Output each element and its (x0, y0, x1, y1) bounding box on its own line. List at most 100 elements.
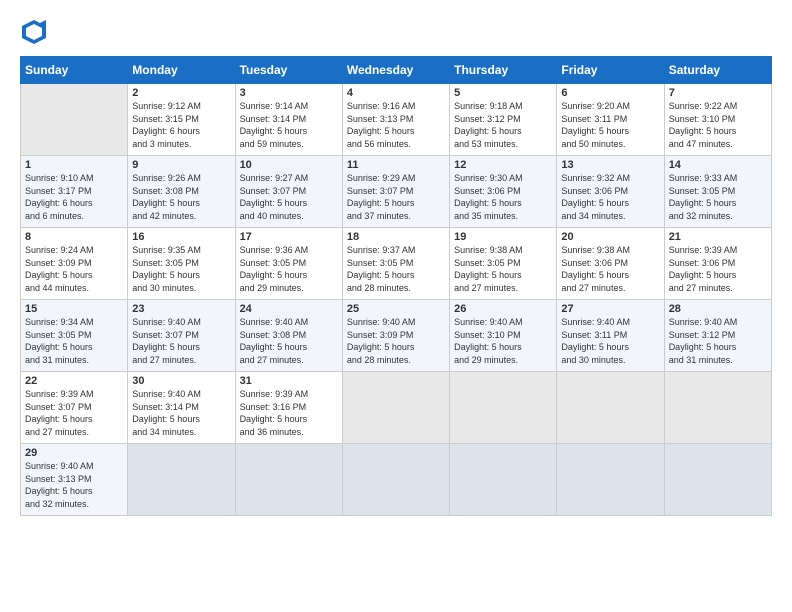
day-info: Sunrise: 9:12 AM Sunset: 3:15 PM Dayligh… (132, 100, 230, 150)
calendar-cell: 15Sunrise: 9:34 AM Sunset: 3:05 PM Dayli… (21, 300, 128, 372)
calendar-cell: 3Sunrise: 9:14 AM Sunset: 3:14 PM Daylig… (235, 84, 342, 156)
calendar-cell: 30Sunrise: 9:40 AM Sunset: 3:14 PM Dayli… (128, 372, 235, 444)
day-number: 4 (347, 87, 445, 99)
calendar-header-row: SundayMondayTuesdayWednesdayThursdayFrid… (21, 57, 772, 84)
day-number: 31 (240, 375, 338, 387)
calendar-cell: 14Sunrise: 9:33 AM Sunset: 3:05 PM Dayli… (664, 156, 771, 228)
calendar-cell: 26Sunrise: 9:40 AM Sunset: 3:10 PM Dayli… (450, 300, 557, 372)
calendar-cell (664, 444, 771, 516)
day-info: Sunrise: 9:40 AM Sunset: 3:11 PM Dayligh… (561, 316, 659, 366)
day-number: 13 (561, 159, 659, 171)
calendar-cell: 2Sunrise: 9:12 AM Sunset: 3:15 PM Daylig… (128, 84, 235, 156)
calendar-cell: 12Sunrise: 9:30 AM Sunset: 3:06 PM Dayli… (450, 156, 557, 228)
day-number: 15 (25, 303, 123, 315)
calendar-cell: 19Sunrise: 9:38 AM Sunset: 3:05 PM Dayli… (450, 228, 557, 300)
day-info: Sunrise: 9:40 AM Sunset: 3:12 PM Dayligh… (669, 316, 767, 366)
calendar-cell: 9Sunrise: 9:26 AM Sunset: 3:08 PM Daylig… (128, 156, 235, 228)
calendar-cell (21, 84, 128, 156)
logo (20, 18, 50, 46)
day-number: 10 (240, 159, 338, 171)
day-info: Sunrise: 9:37 AM Sunset: 3:05 PM Dayligh… (347, 244, 445, 294)
day-number: 8 (25, 231, 123, 243)
calendar-cell: 29Sunrise: 9:40 AM Sunset: 3:13 PM Dayli… (21, 444, 128, 516)
calendar-cell: 23Sunrise: 9:40 AM Sunset: 3:07 PM Dayli… (128, 300, 235, 372)
calendar-cell (342, 372, 449, 444)
calendar-header-monday: Monday (128, 57, 235, 84)
day-info: Sunrise: 9:39 AM Sunset: 3:07 PM Dayligh… (25, 388, 123, 438)
day-info: Sunrise: 9:36 AM Sunset: 3:05 PM Dayligh… (240, 244, 338, 294)
calendar-cell: 27Sunrise: 9:40 AM Sunset: 3:11 PM Dayli… (557, 300, 664, 372)
day-number: 28 (669, 303, 767, 315)
calendar-header-wednesday: Wednesday (342, 57, 449, 84)
calendar-table: SundayMondayTuesdayWednesdayThursdayFrid… (20, 56, 772, 516)
day-number: 6 (561, 87, 659, 99)
calendar-cell: 13Sunrise: 9:32 AM Sunset: 3:06 PM Dayli… (557, 156, 664, 228)
calendar-cell: 7Sunrise: 9:22 AM Sunset: 3:10 PM Daylig… (664, 84, 771, 156)
day-info: Sunrise: 9:18 AM Sunset: 3:12 PM Dayligh… (454, 100, 552, 150)
day-info: Sunrise: 9:39 AM Sunset: 3:16 PM Dayligh… (240, 388, 338, 438)
calendar-header-friday: Friday (557, 57, 664, 84)
calendar-cell: 16Sunrise: 9:35 AM Sunset: 3:05 PM Dayli… (128, 228, 235, 300)
day-number: 16 (132, 231, 230, 243)
day-info: Sunrise: 9:40 AM Sunset: 3:14 PM Dayligh… (132, 388, 230, 438)
calendar-cell: 22Sunrise: 9:39 AM Sunset: 3:07 PM Dayli… (21, 372, 128, 444)
calendar-cell: 4Sunrise: 9:16 AM Sunset: 3:13 PM Daylig… (342, 84, 449, 156)
day-info: Sunrise: 9:26 AM Sunset: 3:08 PM Dayligh… (132, 172, 230, 222)
calendar-week-2: 1Sunrise: 9:10 AM Sunset: 3:17 PM Daylig… (21, 156, 772, 228)
calendar-cell (664, 372, 771, 444)
day-number: 9 (132, 159, 230, 171)
calendar-cell: 1Sunrise: 9:10 AM Sunset: 3:17 PM Daylig… (21, 156, 128, 228)
day-number: 17 (240, 231, 338, 243)
header (20, 18, 772, 46)
calendar-header-saturday: Saturday (664, 57, 771, 84)
calendar-cell: 25Sunrise: 9:40 AM Sunset: 3:09 PM Dayli… (342, 300, 449, 372)
day-info: Sunrise: 9:16 AM Sunset: 3:13 PM Dayligh… (347, 100, 445, 150)
page: SundayMondayTuesdayWednesdayThursdayFrid… (0, 0, 792, 612)
day-info: Sunrise: 9:24 AM Sunset: 3:09 PM Dayligh… (25, 244, 123, 294)
calendar-cell (128, 444, 235, 516)
day-info: Sunrise: 9:40 AM Sunset: 3:09 PM Dayligh… (347, 316, 445, 366)
day-number: 1 (25, 159, 123, 171)
calendar-week-1: 2Sunrise: 9:12 AM Sunset: 3:15 PM Daylig… (21, 84, 772, 156)
calendar-cell (557, 444, 664, 516)
day-number: 22 (25, 375, 123, 387)
calendar-week-5: 22Sunrise: 9:39 AM Sunset: 3:07 PM Dayli… (21, 372, 772, 444)
logo-icon (20, 18, 48, 46)
calendar-header-tuesday: Tuesday (235, 57, 342, 84)
day-number: 2 (132, 87, 230, 99)
day-info: Sunrise: 9:38 AM Sunset: 3:06 PM Dayligh… (561, 244, 659, 294)
day-info: Sunrise: 9:20 AM Sunset: 3:11 PM Dayligh… (561, 100, 659, 150)
calendar-cell (450, 444, 557, 516)
calendar-cell: 20Sunrise: 9:38 AM Sunset: 3:06 PM Dayli… (557, 228, 664, 300)
calendar-cell: 17Sunrise: 9:36 AM Sunset: 3:05 PM Dayli… (235, 228, 342, 300)
day-number: 18 (347, 231, 445, 243)
day-info: Sunrise: 9:30 AM Sunset: 3:06 PM Dayligh… (454, 172, 552, 222)
day-number: 7 (669, 87, 767, 99)
day-number: 25 (347, 303, 445, 315)
calendar-cell (235, 444, 342, 516)
day-number: 29 (25, 447, 123, 459)
day-info: Sunrise: 9:33 AM Sunset: 3:05 PM Dayligh… (669, 172, 767, 222)
calendar-week-4: 15Sunrise: 9:34 AM Sunset: 3:05 PM Dayli… (21, 300, 772, 372)
calendar-cell: 18Sunrise: 9:37 AM Sunset: 3:05 PM Dayli… (342, 228, 449, 300)
day-info: Sunrise: 9:39 AM Sunset: 3:06 PM Dayligh… (669, 244, 767, 294)
day-info: Sunrise: 9:35 AM Sunset: 3:05 PM Dayligh… (132, 244, 230, 294)
calendar-week-6: 29Sunrise: 9:40 AM Sunset: 3:13 PM Dayli… (21, 444, 772, 516)
day-info: Sunrise: 9:38 AM Sunset: 3:05 PM Dayligh… (454, 244, 552, 294)
calendar-cell (557, 372, 664, 444)
day-number: 11 (347, 159, 445, 171)
calendar-cell (450, 372, 557, 444)
day-number: 27 (561, 303, 659, 315)
day-info: Sunrise: 9:29 AM Sunset: 3:07 PM Dayligh… (347, 172, 445, 222)
day-info: Sunrise: 9:40 AM Sunset: 3:10 PM Dayligh… (454, 316, 552, 366)
day-info: Sunrise: 9:40 AM Sunset: 3:08 PM Dayligh… (240, 316, 338, 366)
calendar-week-3: 8Sunrise: 9:24 AM Sunset: 3:09 PM Daylig… (21, 228, 772, 300)
day-number: 26 (454, 303, 552, 315)
calendar-cell: 24Sunrise: 9:40 AM Sunset: 3:08 PM Dayli… (235, 300, 342, 372)
day-info: Sunrise: 9:40 AM Sunset: 3:13 PM Dayligh… (25, 460, 123, 510)
day-info: Sunrise: 9:27 AM Sunset: 3:07 PM Dayligh… (240, 172, 338, 222)
calendar-cell: 28Sunrise: 9:40 AM Sunset: 3:12 PM Dayli… (664, 300, 771, 372)
day-info: Sunrise: 9:10 AM Sunset: 3:17 PM Dayligh… (25, 172, 123, 222)
calendar-cell: 10Sunrise: 9:27 AM Sunset: 3:07 PM Dayli… (235, 156, 342, 228)
day-number: 12 (454, 159, 552, 171)
